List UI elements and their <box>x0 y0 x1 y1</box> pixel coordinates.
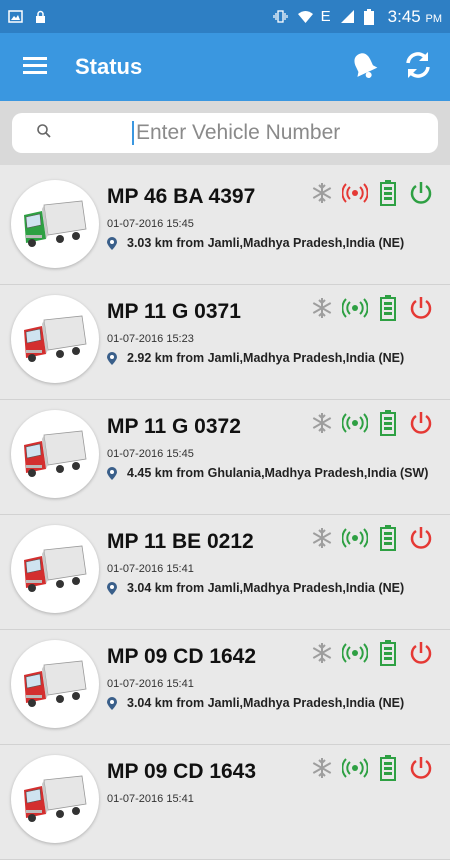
battery-status-icon <box>375 410 401 436</box>
truck-avatar <box>11 525 99 613</box>
vehicle-row[interactable]: MP 11 G 0371 01-07-2016 15:23 2.92 km fr… <box>0 285 450 400</box>
status-icons <box>309 410 434 436</box>
truck-icon <box>24 315 87 362</box>
vehicle-location: 3.03 km from Jamli,Madhya Pradesh,India … <box>107 235 437 255</box>
power-status-icon <box>408 410 434 436</box>
battery-status-icon <box>375 180 401 206</box>
ac-snowflake-icon <box>309 410 335 436</box>
vehicle-row[interactable]: MP 46 BA 4397 01-07-2016 15:45 3.03 km f… <box>0 170 450 285</box>
ac-snowflake-icon <box>309 295 335 321</box>
power-status-icon <box>408 525 434 551</box>
notifications-button[interactable] <box>350 50 378 85</box>
location-pin-icon <box>107 352 121 370</box>
battery-status-icon <box>375 640 401 666</box>
truck-icon <box>24 200 87 247</box>
vehicle-row[interactable]: MP 09 CD 1643 01-07-2016 15:41 <box>0 745 450 860</box>
ac-snowflake-icon <box>309 755 335 781</box>
ac-snowflake-icon <box>309 640 335 666</box>
battery-status-icon <box>375 295 401 321</box>
app-bar: Status <box>0 33 450 101</box>
search-box[interactable] <box>12 113 438 153</box>
image-icon <box>8 9 23 24</box>
gps-signal-icon <box>342 295 368 321</box>
location-text: 3.04 km from Jamli,Madhya Pradesh,India … <box>127 581 405 595</box>
gps-signal-icon <box>342 755 368 781</box>
vehicle-list: MP 46 BA 4397 01-07-2016 15:45 3.03 km f… <box>0 170 450 860</box>
gps-signal-icon <box>342 410 368 436</box>
vehicle-number: MP 46 BA 4397 <box>107 185 256 208</box>
location-pin-icon <box>107 697 121 715</box>
last-update-time: 01-07-2016 15:41 <box>107 563 194 575</box>
battery-icon <box>363 9 379 25</box>
vehicle-number: MP 11 BE 0212 <box>107 530 254 553</box>
status-icons <box>309 525 434 551</box>
truck-icon <box>24 430 87 477</box>
vibrate-icon <box>273 9 288 24</box>
lock-icon <box>33 9 48 24</box>
location-text: 4.45 km from Ghulania,Madhya Pradesh,Ind… <box>127 466 429 480</box>
hamburger-icon <box>23 55 47 80</box>
vehicle-search-input[interactable] <box>132 121 432 145</box>
clock: 3:45 PM <box>387 6 442 26</box>
battery-status-icon <box>375 525 401 551</box>
truck-avatar <box>11 295 99 383</box>
truck-avatar <box>11 180 99 268</box>
location-pin-icon <box>107 467 121 485</box>
last-update-time: 01-07-2016 15:45 <box>107 448 194 460</box>
last-update-time: 01-07-2016 15:41 <box>107 678 194 690</box>
battery-status-icon <box>375 755 401 781</box>
location-text: 3.03 km from Jamli,Madhya Pradesh,India … <box>127 236 405 250</box>
vehicle-location: 2.92 km from Jamli,Madhya Pradesh,India … <box>107 350 437 370</box>
status-icons <box>309 640 434 666</box>
refresh-button[interactable] <box>402 49 434 86</box>
vehicle-number: MP 11 G 0372 <box>107 415 241 438</box>
location-text: 2.92 km from Jamli,Madhya Pradesh,India … <box>127 351 405 365</box>
vehicle-number: MP 09 CD 1642 <box>107 645 257 668</box>
last-update-time: 01-07-2016 15:23 <box>107 333 194 345</box>
search-bar <box>0 101 450 165</box>
vehicle-row[interactable]: MP 09 CD 1642 01-07-2016 15:41 3.04 km f… <box>0 630 450 745</box>
signal-icon <box>340 9 355 24</box>
power-status-icon <box>408 755 434 781</box>
page-title: Status <box>75 54 143 79</box>
vehicle-row[interactable]: MP 11 BE 0212 01-07-2016 15:41 3.04 km f… <box>0 515 450 630</box>
status-icons <box>309 180 434 206</box>
power-status-icon <box>408 180 434 206</box>
refresh-icon <box>406 51 430 78</box>
search-icon <box>36 123 52 144</box>
location-text: 3.04 km from Jamli,Madhya Pradesh,India … <box>127 696 405 710</box>
truck-avatar <box>11 755 99 843</box>
vehicle-row[interactable]: MP 11 G 0372 01-07-2016 15:45 4.45 km fr… <box>0 400 450 515</box>
system-status-bar: E 3:45 PM <box>0 0 450 33</box>
wifi-icon <box>297 9 313 24</box>
bell-icon <box>354 52 378 78</box>
menu-button[interactable] <box>0 33 70 101</box>
last-update-time: 01-07-2016 15:45 <box>107 218 194 230</box>
truck-avatar <box>11 640 99 728</box>
ac-snowflake-icon <box>309 180 335 206</box>
ac-snowflake-icon <box>309 525 335 551</box>
status-icons <box>309 755 434 781</box>
vehicle-number: MP 11 G 0371 <box>107 300 241 323</box>
truck-icon <box>24 660 87 707</box>
location-pin-icon <box>107 582 121 600</box>
truck-icon <box>24 775 87 822</box>
truck-avatar <box>11 410 99 498</box>
vehicle-location: 4.45 km from Ghulania,Madhya Pradesh,Ind… <box>107 465 437 485</box>
vehicle-location: 3.04 km from Jamli,Madhya Pradesh,India … <box>107 695 437 715</box>
power-status-icon <box>408 640 434 666</box>
vehicle-number: MP 09 CD 1643 <box>107 760 257 783</box>
truck-icon <box>24 545 87 592</box>
status-icons <box>309 295 434 321</box>
location-pin-icon <box>107 237 121 255</box>
gps-signal-icon <box>342 640 368 666</box>
power-status-icon <box>408 295 434 321</box>
vehicle-location: 3.04 km from Jamli,Madhya Pradesh,India … <box>107 580 437 600</box>
gps-signal-icon <box>342 525 368 551</box>
last-update-time: 01-07-2016 15:41 <box>107 793 194 805</box>
gps-signal-icon <box>342 180 368 206</box>
network-type: E <box>320 8 331 25</box>
